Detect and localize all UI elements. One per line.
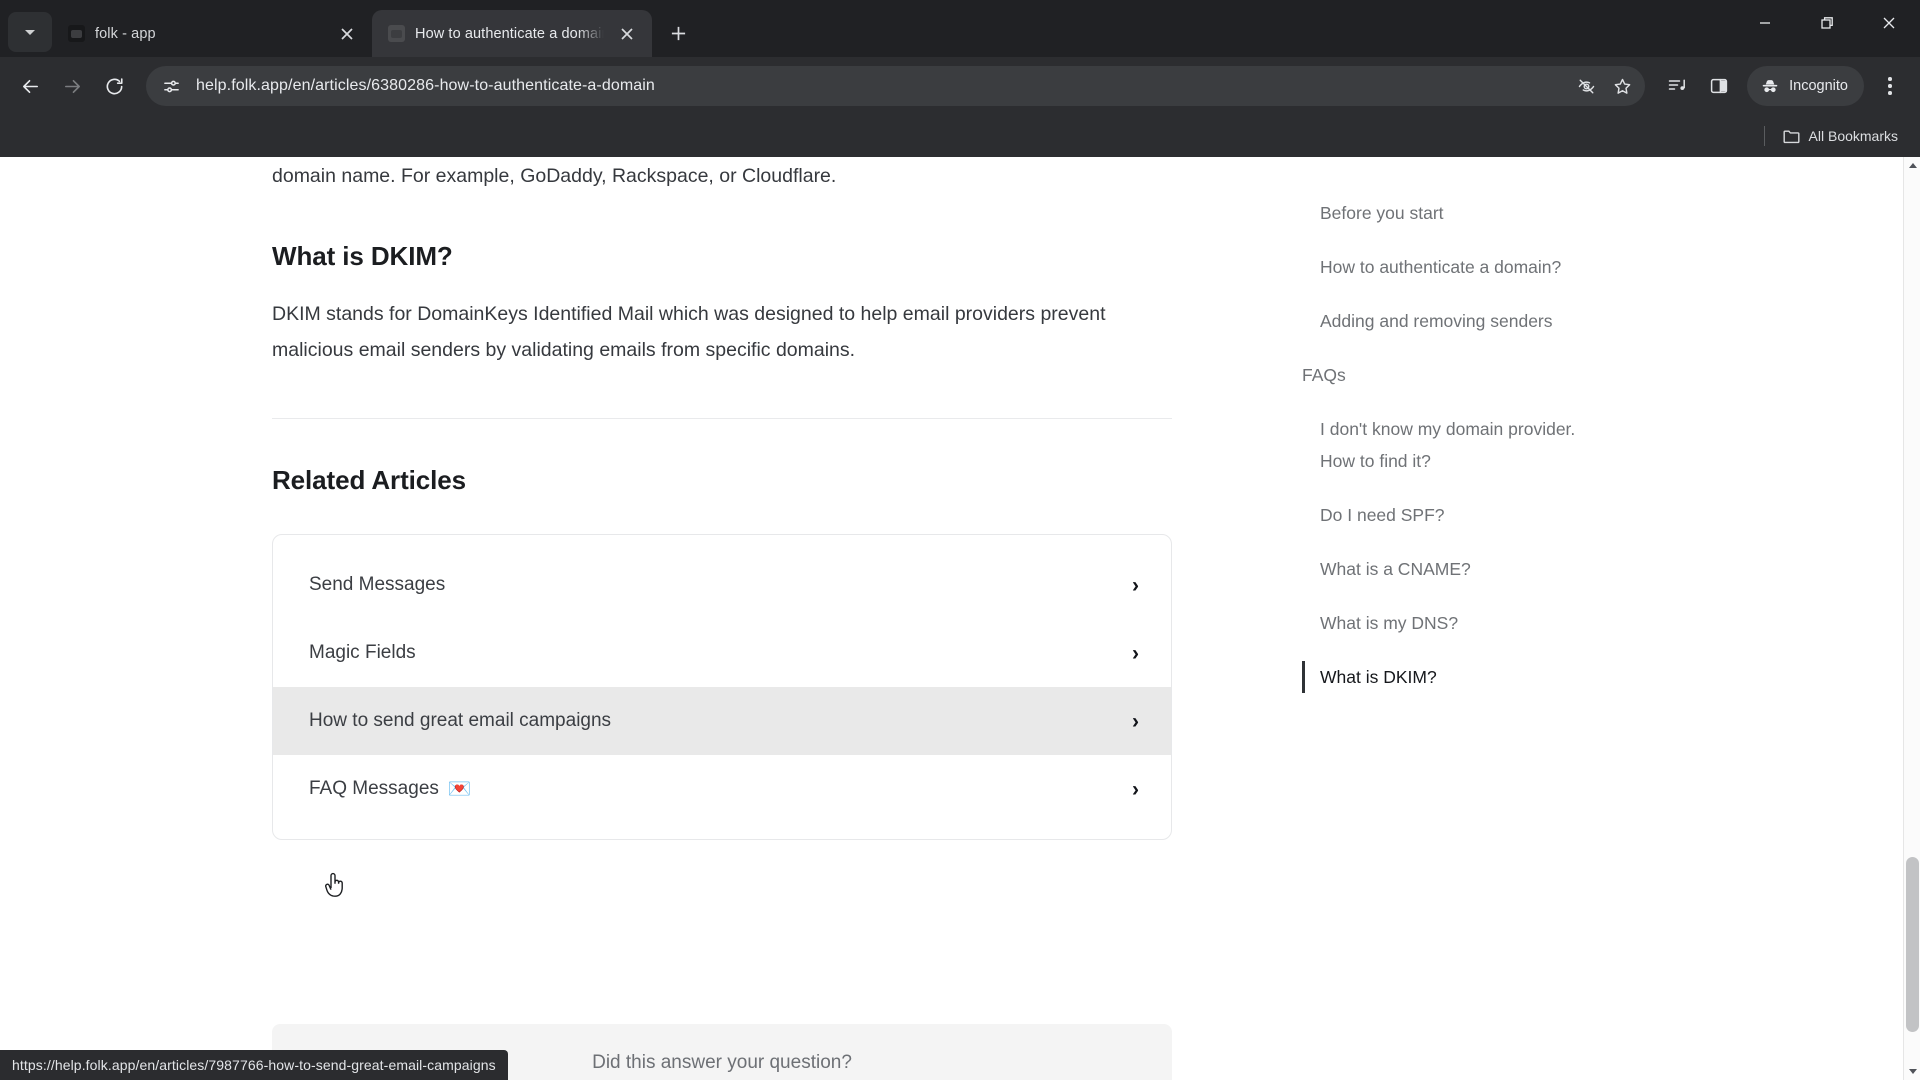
lead-paragraph: domain name. For example, GoDaddy, Racks… xyxy=(272,165,837,187)
related-articles-heading: Related Articles xyxy=(272,465,466,495)
status-url: https://help.folk.app/en/articles/798776… xyxy=(12,1057,496,1073)
related-article-row-hovered[interactable]: How to send great email campaigns › xyxy=(273,687,1171,755)
mouse-pointer-hand-cursor xyxy=(325,872,343,897)
new-tab-button[interactable] xyxy=(660,15,696,51)
chevron-right-icon: › xyxy=(1132,573,1139,597)
related-article-label: FAQ Messages 💌 xyxy=(309,778,472,800)
scrollbar-thumb[interactable] xyxy=(1906,857,1919,1032)
related-article-label: Magic Fields xyxy=(309,642,416,663)
scroll-up-button[interactable] xyxy=(1904,157,1920,174)
chevron-right-icon: › xyxy=(1132,777,1139,801)
related-article-row[interactable]: Magic Fields › xyxy=(273,619,1171,687)
love-letter-emoji: 💌 xyxy=(447,778,472,800)
scroll-up-arrow-icon xyxy=(1908,163,1917,168)
forward-button[interactable] xyxy=(52,66,92,106)
close-icon xyxy=(341,27,353,40)
bookmark-star-button[interactable] xyxy=(1605,69,1639,103)
toc-group-faqs[interactable]: FAQs xyxy=(1280,359,1580,391)
dkim-heading: What is DKIM? xyxy=(272,241,453,271)
related-article-row[interactable]: FAQ Messages 💌 › xyxy=(273,755,1171,823)
window-close-button[interactable] xyxy=(1858,0,1920,46)
bookmarks-bar: All Bookmarks xyxy=(0,115,1920,157)
toc-item-what-is-my-dns[interactable]: What is my DNS? xyxy=(1280,607,1580,639)
minimize-button[interactable] xyxy=(1734,0,1796,46)
related-article-label: How to send great email campaigns xyxy=(309,710,612,731)
related-article-label: Send Messages xyxy=(309,574,446,595)
media-list-icon xyxy=(1668,79,1686,90)
toc-item-adding-and-removing-senders[interactable]: Adding and removing senders xyxy=(1280,305,1580,337)
all-bookmarks-button[interactable]: All Bookmarks xyxy=(1775,123,1906,149)
plus-icon xyxy=(671,26,685,40)
feedback-question: Did this answer your question? xyxy=(592,1052,852,1073)
address-bar-actions xyxy=(1569,69,1639,103)
reload-icon xyxy=(106,77,123,94)
window-controls xyxy=(1734,0,1920,46)
browser-toolbar: help.folk.app/en/articles/6380286-how-to… xyxy=(0,57,1920,115)
toc-item-before-you-start[interactable]: Before you start xyxy=(1280,197,1580,229)
back-button[interactable] xyxy=(10,66,50,106)
page-viewport: domain name. For example, GoDaddy, Racks… xyxy=(0,157,1920,1080)
related-articles-card: Send Messages › Magic Fields › How to se… xyxy=(272,534,1172,840)
address-bar[interactable]: help.folk.app/en/articles/6380286-how-to… xyxy=(146,66,1646,106)
all-bookmarks-label: All Bookmarks xyxy=(1808,128,1898,144)
three-dot-menu-icon xyxy=(1888,77,1892,81)
minimize-icon xyxy=(1760,22,1770,24)
related-article-row[interactable]: Send Messages › xyxy=(273,551,1171,619)
folder-icon xyxy=(1783,129,1800,143)
side-panel-icon xyxy=(1710,78,1728,94)
scroll-down-arrow-icon xyxy=(1908,1069,1917,1074)
toc-item-what-is-dkim[interactable]: What is DKIM? xyxy=(1280,661,1580,693)
toc-item-how-to-authenticate-a-domain[interactable]: How to authenticate a domain? xyxy=(1280,251,1580,283)
incognito-label: Incognito xyxy=(1789,78,1848,94)
tab-how-to-authenticate-a-domain[interactable]: How to authenticate a domain? xyxy=(372,10,652,57)
incognito-indicator[interactable]: Incognito xyxy=(1747,66,1864,106)
incognito-hat-icon xyxy=(1762,80,1778,93)
tab-title: folk - app xyxy=(95,25,156,42)
link-status-bubble: https://help.folk.app/en/articles/798776… xyxy=(0,1050,508,1080)
browser-window: folk - app How to authenticate a domain? xyxy=(0,0,1920,1080)
toc-item-do-i-need-spf[interactable]: Do I need SPF? xyxy=(1280,499,1580,531)
tab-close-button[interactable] xyxy=(334,21,360,47)
tab-strip: folk - app How to authenticate a domain? xyxy=(0,0,1920,57)
window-close-icon xyxy=(1883,17,1895,29)
site-settings-button[interactable] xyxy=(154,69,188,103)
chevron-right-icon: › xyxy=(1132,709,1139,733)
tab-close-button[interactable] xyxy=(614,21,640,47)
tab-folk-app[interactable]: folk - app xyxy=(52,10,372,57)
arrow-left-icon xyxy=(22,79,38,93)
table-of-contents: Before you start How to authenticate a d… xyxy=(1280,157,1580,715)
tune-sliders-icon xyxy=(163,80,179,92)
maximize-restore-button[interactable] xyxy=(1796,0,1858,46)
scroll-down-button[interactable] xyxy=(1904,1063,1920,1080)
tab-search-button[interactable] xyxy=(8,12,52,52)
dkim-paragraph: DKIM stands for DomainKeys Identified Ma… xyxy=(272,303,1106,361)
star-icon xyxy=(1614,78,1630,94)
chrome-menu-button[interactable] xyxy=(1870,64,1910,108)
article-column: domain name. For example, GoDaddy, Racks… xyxy=(272,157,1172,840)
tracking-protection-button[interactable] xyxy=(1569,69,1603,103)
bookmarks-separator xyxy=(1763,126,1765,146)
section-divider xyxy=(272,418,1172,419)
toc-item-what-is-a-cname[interactable]: What is a CNAME? xyxy=(1280,553,1580,585)
folk-favicon xyxy=(68,25,85,42)
toc-item-i-dont-know-my-domain-provider[interactable]: I don't know my domain provider. How to … xyxy=(1280,413,1580,477)
chevron-right-icon: › xyxy=(1132,641,1139,665)
help-article-page: domain name. For example, GoDaddy, Racks… xyxy=(0,157,1905,1080)
side-panel-button[interactable] xyxy=(1699,66,1739,106)
related-article-text: FAQ Messages xyxy=(309,778,439,799)
address-bar-url: help.folk.app/en/articles/6380286-how-to… xyxy=(196,77,655,94)
media-control-button[interactable] xyxy=(1657,66,1697,106)
page-scrollbar[interactable] xyxy=(1903,157,1920,1080)
reload-button[interactable] xyxy=(94,66,134,106)
blank-favicon xyxy=(388,25,405,42)
chevron-down-icon xyxy=(25,30,35,35)
close-icon xyxy=(621,27,633,40)
eye-slash-icon xyxy=(1578,79,1594,93)
restore-icon xyxy=(1821,17,1833,29)
tab-title: How to authenticate a domain? xyxy=(415,25,604,42)
arrow-right-icon xyxy=(64,79,80,93)
